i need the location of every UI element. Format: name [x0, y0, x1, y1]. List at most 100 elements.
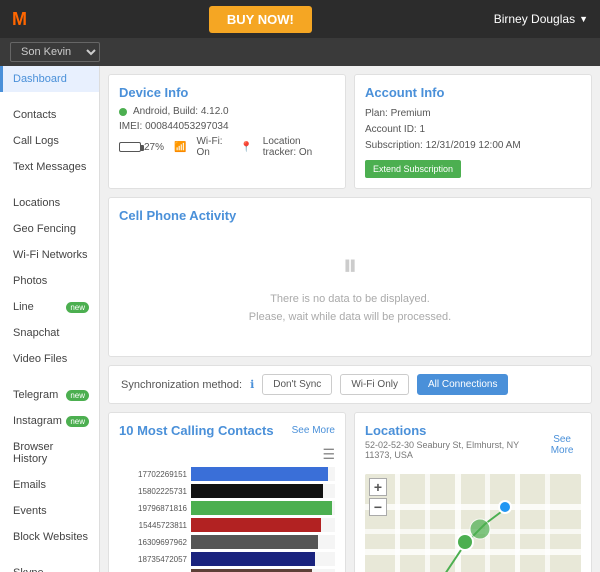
cell-activity-title: Cell Phone Activity: [119, 208, 581, 223]
sync-card: Synchronization method: ℹ Don't Sync Wi-…: [108, 365, 592, 404]
chart-menu-icon[interactable]: ☰: [119, 446, 335, 463]
imei-label: IMEI: 000844053297034: [119, 121, 229, 132]
instagram-badge: new: [66, 416, 89, 427]
main-layout: Dashboard Contacts Call Logs Text Messag…: [0, 66, 600, 572]
pause-icon: ⏸: [119, 249, 581, 283]
device-info-android-row: Android, Build: 4.12.0: [119, 106, 335, 117]
calling-card-header: 10 Most Calling Contacts See More: [119, 423, 335, 438]
map-zoom-out-button[interactable]: −: [369, 498, 387, 516]
account-info-card: Account Info Plan: Premium Account ID: 1…: [354, 74, 592, 189]
sidebar-item-skype[interactable]: Skype: [0, 560, 99, 572]
calling-contacts-card: 10 Most Calling Contacts See More ☰ 1770…: [108, 412, 346, 572]
calling-card-title: 10 Most Calling Contacts: [119, 423, 274, 438]
sidebar-item-photos[interactable]: Photos: [0, 268, 99, 294]
sidebar-item-wifi-networks[interactable]: Wi-Fi Networks: [0, 242, 99, 268]
bar-track: [191, 484, 335, 498]
bar-track: [191, 467, 335, 481]
list-item: 15802225731: [119, 484, 335, 498]
location-card: Locations 52-02-52-30 Seabury St, Elmhur…: [354, 412, 592, 572]
all-connections-button[interactable]: All Connections: [417, 374, 508, 395]
sidebar-item-call-logs[interactable]: Call Logs: [0, 128, 99, 154]
sidebar-item-instagram[interactable]: Instagram new: [0, 408, 99, 434]
calling-see-more-button[interactable]: See More: [292, 425, 335, 436]
sub-header: Son Kevin: [0, 38, 600, 66]
sidebar-item-text-messages[interactable]: Text Messages: [0, 154, 99, 180]
sidebar-item-contacts[interactable]: Contacts: [0, 102, 99, 128]
account-id: Account ID: 1: [365, 122, 581, 138]
device-icons-row: 27% 📶 Wi-Fi: On 📍 Location tracker: On: [119, 136, 335, 158]
bar-track: [191, 552, 335, 566]
sidebar-item-browser-history[interactable]: Browser History: [0, 434, 99, 472]
sidebar-item-line[interactable]: Line new: [0, 294, 99, 320]
bottom-row: 10 Most Calling Contacts See More ☰ 1770…: [108, 412, 592, 572]
sidebar-item-events[interactable]: Events: [0, 498, 99, 524]
top-row: Device Info Android, Build: 4.12.0 IMEI:…: [108, 74, 592, 189]
extend-subscription-button[interactable]: Extend Subscription: [365, 160, 461, 178]
line-badge: new: [66, 302, 89, 313]
sidebar-item-telegram-1[interactable]: Telegram new: [0, 382, 99, 408]
sync-label: Synchronization method:: [121, 379, 242, 391]
bar-label: 17702269151: [119, 470, 187, 479]
no-data-line1: There is no data to be displayed.: [119, 291, 581, 309]
bar-label: 19796871816: [119, 504, 187, 513]
telegram-badge-1: new: [66, 390, 89, 401]
account-info-title: Account Info: [365, 85, 581, 100]
list-item: 16309697962: [119, 535, 335, 549]
location-card-title: Locations: [365, 423, 543, 438]
device-info-imei-row: IMEI: 000844053297034: [119, 121, 335, 132]
sidebar-item-emails[interactable]: Emails: [0, 472, 99, 498]
sync-info-icon[interactable]: ℹ: [250, 378, 254, 391]
main-content: Device Info Android, Build: 4.12.0 IMEI:…: [100, 66, 600, 572]
buy-button[interactable]: BUY NOW!: [209, 6, 312, 33]
bar-fill: [191, 518, 321, 532]
sidebar-item-block-websites[interactable]: Block Websites: [0, 524, 99, 550]
wifi-icon: 📶: [174, 142, 186, 153]
list-item: 19796871816: [119, 501, 335, 515]
sidebar-item-snapchat[interactable]: Snapchat: [0, 320, 99, 346]
logo: M: [12, 9, 27, 30]
bar-fill: [191, 484, 323, 498]
location-icon: 📍: [240, 142, 252, 153]
wifi-only-button[interactable]: Wi-Fi Only: [340, 374, 409, 395]
battery-pct: 27%: [144, 142, 164, 153]
user-select[interactable]: Son Kevin: [10, 42, 100, 62]
bar-fill: [191, 552, 315, 566]
user-menu[interactable]: Birney Douglas: [494, 12, 588, 26]
location-label: Location tracker: On: [263, 136, 335, 158]
bar-fill: [191, 501, 332, 515]
account-plan: Plan: Premium: [365, 106, 581, 122]
map-svg: [365, 474, 581, 572]
map-area: + − Leaflet | © Tiles Courtesy of MapQue…: [365, 474, 581, 572]
calling-chart: ☰ 17702269151 15802225731 19796871816 15…: [119, 446, 335, 572]
bar-label: 16309697962: [119, 538, 187, 547]
sidebar-item-video-files[interactable]: Video Files: [0, 346, 99, 372]
bar-fill: [191, 467, 328, 481]
android-label: Android, Build: 4.12.0: [133, 106, 229, 117]
header: M BUY NOW! Birney Douglas: [0, 0, 600, 38]
sidebar-item-locations[interactable]: Locations: [0, 190, 99, 216]
no-data-line2: Please, wait while data will be processe…: [119, 309, 581, 327]
wifi-label: Wi-Fi: On: [196, 136, 230, 158]
device-info-title: Device Info: [119, 85, 335, 100]
account-subscription: Subscription: 12/31/2019 12:00 AM: [365, 138, 581, 154]
device-info-card: Device Info Android, Build: 4.12.0 IMEI:…: [108, 74, 346, 189]
sidebar-item-dashboard[interactable]: Dashboard: [0, 66, 99, 92]
location-subtitle: 52-02-52-30 Seabury St, Elmhurst, NY 113…: [365, 440, 543, 460]
bar-label: 15802225731: [119, 487, 187, 496]
map-zoom-in-button[interactable]: +: [369, 478, 387, 496]
bar-label: 15445723811: [119, 521, 187, 530]
bar-label: 18735472057: [119, 555, 187, 564]
bar-track: [191, 535, 335, 549]
bar-fill: [191, 535, 318, 549]
activity-empty-state: ⏸ There is no data to be displayed. Plea…: [119, 229, 581, 346]
location-see-more-button[interactable]: See More: [543, 434, 581, 456]
battery-icon: [119, 142, 141, 152]
location-card-header: Locations 52-02-52-30 Seabury St, Elmhur…: [365, 423, 581, 466]
list-item: 15445723811: [119, 518, 335, 532]
android-dot-icon: [119, 108, 127, 116]
sidebar-item-geo-fencing[interactable]: Geo Fencing: [0, 216, 99, 242]
bar-track: [191, 501, 335, 515]
bar-track: [191, 518, 335, 532]
bar-chart: 17702269151 15802225731 19796871816 1544…: [119, 467, 335, 572]
dont-sync-button[interactable]: Don't Sync: [262, 374, 332, 395]
